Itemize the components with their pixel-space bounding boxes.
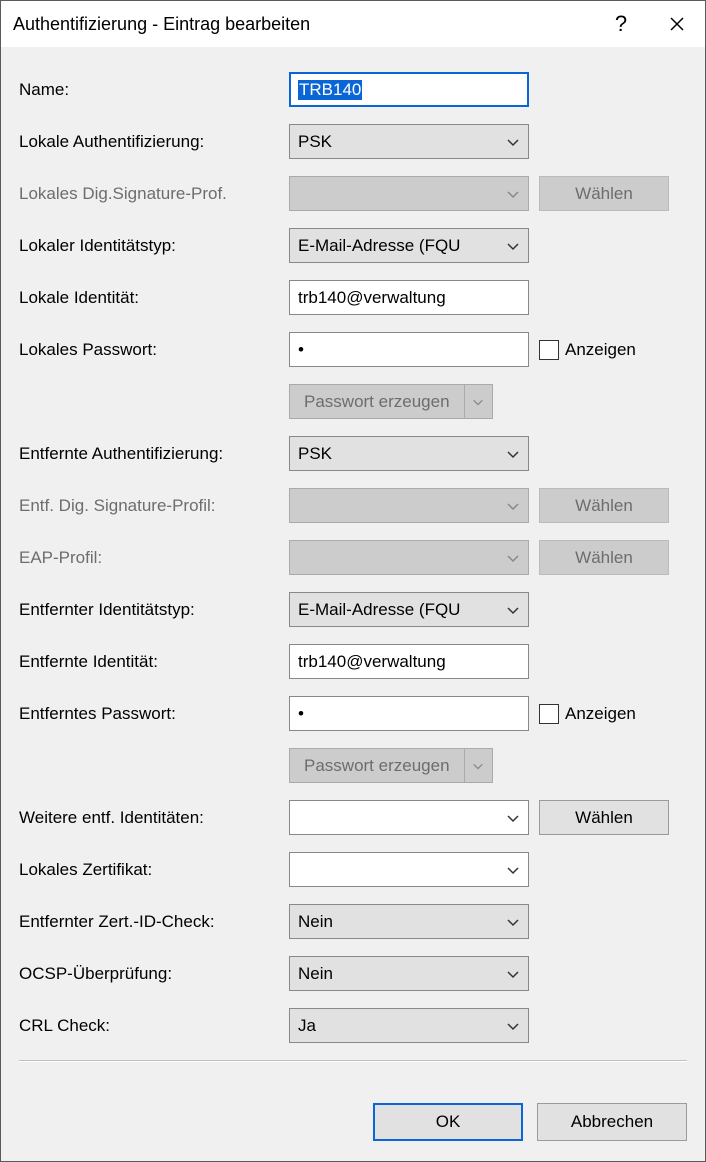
remote-auth-label: Entfernte Authentifizierung: <box>19 444 289 464</box>
remote-id-type-select[interactable]: E-Mail-Adresse (FQU <box>289 592 529 627</box>
ocsp-label: OCSP-Überprüfung: <box>19 964 289 984</box>
ocsp-select[interactable]: Nein <box>289 956 529 991</box>
local-id-input[interactable] <box>289 280 529 315</box>
chevron-down-icon <box>464 385 492 418</box>
local-pw-input[interactable] <box>289 332 529 367</box>
local-sig-prof-label: Lokales Dig.Signature-Prof. <box>19 184 289 204</box>
remote-pw-input[interactable] <box>289 696 529 731</box>
chevron-down-icon <box>506 863 520 877</box>
remote-gen-pw-button: Passwort erzeugen <box>289 748 493 783</box>
chevron-down-icon <box>506 967 520 981</box>
chevron-down-icon <box>506 1019 520 1033</box>
local-id-type-select[interactable]: E-Mail-Adresse (FQU <box>289 228 529 263</box>
local-auth-label: Lokale Authentifizierung: <box>19 132 289 152</box>
chevron-down-icon <box>506 915 520 929</box>
eap-profile-select <box>289 540 529 575</box>
chevron-down-icon <box>506 811 520 825</box>
separator <box>19 1060 687 1062</box>
window-title: Authentifizierung - Eintrag bearbeiten <box>13 14 593 35</box>
chevron-down-icon <box>506 551 520 565</box>
local-cert-select[interactable] <box>289 852 529 887</box>
close-button[interactable] <box>649 1 705 47</box>
local-pw-label: Lokales Passwort: <box>19 340 289 360</box>
remote-id-input[interactable] <box>289 644 529 679</box>
local-pw-show-checkbox[interactable] <box>539 340 559 360</box>
remote-sig-prof-select <box>289 488 529 523</box>
local-sig-prof-select <box>289 176 529 211</box>
name-label: Name: <box>19 80 289 100</box>
remote-id-type-label: Entfernter Identitätstyp: <box>19 600 289 620</box>
more-ids-label: Weitere entf. Identitäten: <box>19 808 289 828</box>
local-gen-pw-button: Passwort erzeugen <box>289 384 493 419</box>
more-ids-select[interactable] <box>289 800 529 835</box>
chevron-down-icon <box>506 187 520 201</box>
remote-pw-show-label: Anzeigen <box>565 704 636 724</box>
form-content: Name: TRB140 Lokale Authentifizierung: P… <box>1 47 705 1103</box>
crl-select[interactable]: Ja <box>289 1008 529 1043</box>
local-pw-show-label: Anzeigen <box>565 340 636 360</box>
chevron-down-icon <box>506 447 520 461</box>
close-icon <box>669 16 685 32</box>
help-button[interactable]: ? <box>593 1 649 47</box>
remote-pw-show-checkbox[interactable] <box>539 704 559 724</box>
ok-button[interactable]: OK <box>373 1103 523 1141</box>
name-input[interactable]: TRB140 <box>289 72 529 107</box>
remote-pw-label: Entferntes Passwort: <box>19 704 289 724</box>
local-id-type-label: Lokaler Identitätstyp: <box>19 236 289 256</box>
local-auth-select[interactable]: PSK <box>289 124 529 159</box>
local-sig-choose-button: Wählen <box>539 176 669 211</box>
remote-auth-select[interactable]: PSK <box>289 436 529 471</box>
titlebar: Authentifizierung - Eintrag bearbeiten ? <box>1 1 705 47</box>
chevron-down-icon <box>506 135 520 149</box>
eap-profile-label: EAP-Profil: <box>19 548 289 568</box>
eap-choose-button: Wählen <box>539 540 669 575</box>
chevron-down-icon <box>506 499 520 513</box>
chevron-down-icon <box>506 239 520 253</box>
remote-sig-prof-label: Entf. Dig. Signature-Profil: <box>19 496 289 516</box>
chevron-down-icon <box>506 603 520 617</box>
local-cert-label: Lokales Zertifikat: <box>19 860 289 880</box>
local-id-label: Lokale Identität: <box>19 288 289 308</box>
cancel-button[interactable]: Abbrechen <box>537 1103 687 1141</box>
chevron-down-icon <box>464 749 492 782</box>
dialog-window: Authentifizierung - Eintrag bearbeiten ?… <box>0 0 706 1162</box>
remote-cert-check-select[interactable]: Nein <box>289 904 529 939</box>
remote-sig-choose-button: Wählen <box>539 488 669 523</box>
dialog-footer: OK Abbrechen <box>1 1103 705 1161</box>
remote-cert-check-label: Entfernter Zert.-ID-Check: <box>19 912 289 932</box>
more-ids-choose-button[interactable]: Wählen <box>539 800 669 835</box>
remote-id-label: Entfernte Identität: <box>19 652 289 672</box>
crl-label: CRL Check: <box>19 1016 289 1036</box>
